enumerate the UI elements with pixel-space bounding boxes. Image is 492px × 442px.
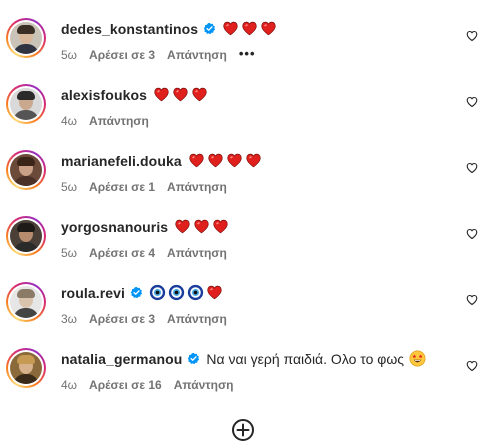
comment-timestamp[interactable]: 4ω (61, 114, 77, 128)
red-heart-icon (212, 218, 229, 235)
avatar-photo (10, 154, 42, 186)
verified-badge-icon (130, 286, 143, 299)
comment-meta: 5ω Αρέσει σε 4 Απάντηση (61, 246, 239, 260)
red-heart-icon (260, 20, 277, 37)
like-comment-button[interactable] (466, 29, 478, 42)
like-comment-button[interactable] (466, 293, 478, 306)
comment-text (174, 218, 229, 235)
star-struck-icon (409, 350, 426, 367)
avatar[interactable] (6, 216, 46, 256)
comment-item: alexisfoukos 4ω Απάντηση (0, 78, 492, 138)
comment-likes-link[interactable]: Αρέσει σε 4 (89, 246, 155, 260)
comment-text: Να ναι γερή παιδιά. Ολο το φως (206, 350, 426, 367)
verified-badge-icon (203, 22, 216, 35)
comment-text (149, 284, 223, 301)
comment-timestamp[interactable]: 4ω (61, 378, 77, 392)
reply-button[interactable]: Απάντηση (167, 246, 227, 260)
username-link[interactable]: natalia_germanou (61, 351, 182, 367)
nazar-amulet-icon (149, 284, 166, 301)
comment-meta: 4ω Απάντηση (61, 114, 161, 128)
comment-meta: 5ω Αρέσει σε 3 Απάντηση ••• (61, 46, 268, 63)
heart-outline-icon (466, 162, 478, 174)
comment-header: alexisfoukos (61, 86, 208, 103)
comment-likes-link[interactable]: Αρέσει σε 3 (89, 48, 155, 62)
username-link[interactable]: roula.revi (61, 285, 125, 301)
comment-header: yorgosnanouris (61, 218, 229, 235)
comment-timestamp[interactable]: 5ω (61, 180, 77, 194)
avatar[interactable] (6, 84, 46, 124)
load-more-comments-button[interactable] (231, 418, 255, 442)
nazar-amulet-icon (168, 284, 185, 301)
red-heart-icon (226, 152, 243, 169)
comment-likes-link[interactable]: Αρέσει σε 3 (89, 312, 155, 326)
avatar-photo (10, 352, 42, 384)
comment-text (222, 20, 277, 37)
comment-text (153, 86, 208, 103)
red-heart-icon (206, 284, 223, 301)
heart-outline-icon (466, 30, 478, 42)
reply-button[interactable]: Απάντηση (167, 180, 227, 194)
username-link[interactable]: marianefeli.douka (61, 153, 182, 169)
red-heart-icon (191, 86, 208, 103)
red-heart-icon (241, 20, 258, 37)
verified-badge-icon (187, 352, 200, 365)
comment-item: natalia_germanou Να ναι γερή παιδιά. Ολο … (0, 342, 492, 402)
reply-button[interactable]: Απάντηση (167, 48, 227, 62)
comment-likes-link[interactable]: Αρέσει σε 1 (89, 180, 155, 194)
comment-meta: 4ω Αρέσει σε 16 Απάντηση (61, 378, 246, 392)
comment-header: dedes_konstantinos (61, 20, 277, 37)
red-heart-icon (245, 152, 262, 169)
red-heart-icon (193, 218, 210, 235)
nazar-amulet-icon (187, 284, 204, 301)
comment-item: yorgosnanouris 5ω Αρέσει σε 4 Απάντηση (0, 210, 492, 270)
username-link[interactable]: dedes_konstantinos (61, 21, 198, 37)
heart-outline-icon (466, 228, 478, 240)
avatar[interactable] (6, 150, 46, 190)
avatar-photo (10, 88, 42, 120)
like-comment-button[interactable] (466, 95, 478, 108)
red-heart-icon (174, 218, 191, 235)
like-comment-button[interactable] (466, 161, 478, 174)
avatar-photo (10, 22, 42, 54)
like-comment-button[interactable] (466, 227, 478, 240)
avatar[interactable] (6, 282, 46, 322)
red-heart-icon (222, 20, 239, 37)
like-comment-button[interactable] (466, 359, 478, 372)
username-link[interactable]: yorgosnanouris (61, 219, 168, 235)
reply-button[interactable]: Απάντηση (174, 378, 234, 392)
red-heart-icon (153, 86, 170, 103)
heart-outline-icon (466, 294, 478, 306)
comment-text-body: Να ναι γερή παιδιά. Ολο το φως (206, 350, 405, 367)
comment-timestamp[interactable]: 3ω (61, 312, 77, 326)
comment-item: marianefeli.douka 5ω Αρέσει σε 1 Απάντηση (0, 144, 492, 204)
plus-circle-icon (232, 419, 254, 441)
comment-item: dedes_konstantinos 5ω Αρέσει σε 3 Απάντηση •… (0, 12, 492, 72)
more-options-button[interactable]: ••• (239, 46, 256, 61)
comment-meta: 5ω Αρέσει σε 1 Απάντηση (61, 180, 239, 194)
comment-header: natalia_germanou Να ναι γερή παιδιά. Ολο … (61, 350, 426, 367)
comment-text (188, 152, 262, 169)
reply-button[interactable]: Απάντηση (167, 312, 227, 326)
heart-outline-icon (466, 360, 478, 372)
avatar-photo (10, 286, 42, 318)
red-heart-icon (172, 86, 189, 103)
comment-likes-link[interactable]: Αρέσει σε 16 (89, 378, 162, 392)
comment-timestamp[interactable]: 5ω (61, 48, 77, 62)
red-heart-icon (207, 152, 224, 169)
red-heart-icon (188, 152, 205, 169)
comment-header: roula.revi (61, 284, 223, 301)
heart-outline-icon (466, 96, 478, 108)
username-link[interactable]: alexisfoukos (61, 87, 147, 103)
comment-meta: 3ω Αρέσει σε 3 Απάντηση (61, 312, 239, 326)
comment-header: marianefeli.douka (61, 152, 262, 169)
reply-button[interactable]: Απάντηση (89, 114, 149, 128)
avatar-photo (10, 220, 42, 252)
avatar[interactable] (6, 348, 46, 388)
comment-timestamp[interactable]: 5ω (61, 246, 77, 260)
comment-item: roula.revi 3ω Αρέσει σε 3 Απάντηση (0, 276, 492, 336)
avatar[interactable] (6, 18, 46, 58)
